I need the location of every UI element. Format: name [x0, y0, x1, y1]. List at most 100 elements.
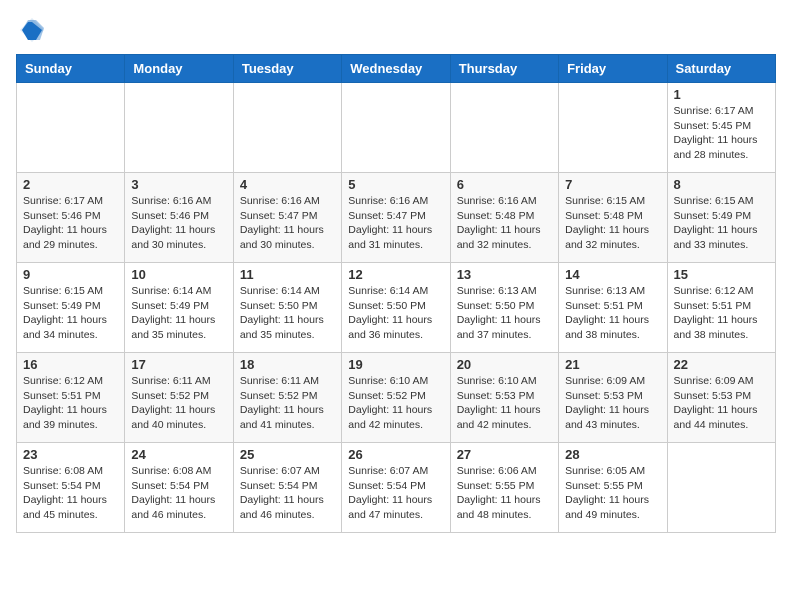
day-info: Sunrise: 6:09 AM Sunset: 5:53 PM Dayligh… [674, 374, 769, 433]
day-info: Sunrise: 6:13 AM Sunset: 5:51 PM Dayligh… [565, 284, 660, 343]
calendar-cell [667, 443, 775, 533]
day-number: 26 [348, 447, 443, 462]
col-header-thursday: Thursday [450, 55, 558, 83]
day-info: Sunrise: 6:14 AM Sunset: 5:50 PM Dayligh… [240, 284, 335, 343]
calendar-cell: 8 Sunrise: 6:15 AM Sunset: 5:49 PM Daylig… [667, 173, 775, 263]
day-number: 13 [457, 267, 552, 282]
day-info: Sunrise: 6:11 AM Sunset: 5:52 PM Dayligh… [240, 374, 335, 433]
day-info: Sunrise: 6:10 AM Sunset: 5:52 PM Dayligh… [348, 374, 443, 433]
day-number: 9 [23, 267, 118, 282]
header [16, 16, 776, 44]
day-number: 27 [457, 447, 552, 462]
day-number: 10 [131, 267, 226, 282]
calendar-cell: 15 Sunrise: 6:12 AM Sunset: 5:51 PM Dayli… [667, 263, 775, 353]
day-number: 6 [457, 177, 552, 192]
calendar-cell: 25 Sunrise: 6:07 AM Sunset: 5:54 PM Dayli… [233, 443, 341, 533]
day-info: Sunrise: 6:07 AM Sunset: 5:54 PM Dayligh… [348, 464, 443, 523]
col-header-sunday: Sunday [17, 55, 125, 83]
day-number: 24 [131, 447, 226, 462]
calendar-cell: 14 Sunrise: 6:13 AM Sunset: 5:51 PM Dayli… [559, 263, 667, 353]
calendar-cell: 26 Sunrise: 6:07 AM Sunset: 5:54 PM Dayli… [342, 443, 450, 533]
day-number: 7 [565, 177, 660, 192]
day-number: 19 [348, 357, 443, 372]
calendar-cell [233, 83, 341, 173]
calendar-cell: 21Sunrise: 6:09 AM Sunset: 5:53 PM Dayli… [559, 353, 667, 443]
day-number: 2 [23, 177, 118, 192]
day-number: 25 [240, 447, 335, 462]
day-info: Sunrise: 6:16 AM Sunset: 5:46 PM Dayligh… [131, 194, 226, 253]
calendar: SundayMondayTuesdayWednesdayThursdayFrid… [16, 54, 776, 533]
calendar-cell: 2 Sunrise: 6:17 AM Sunset: 5:46 PM Daylig… [17, 173, 125, 263]
calendar-cell: 17 Sunrise: 6:11 AM Sunset: 5:52 PM Dayli… [125, 353, 233, 443]
day-number: 17 [131, 357, 226, 372]
day-number: 18 [240, 357, 335, 372]
day-number: 15 [674, 267, 769, 282]
calendar-cell: 27 Sunrise: 6:06 AM Sunset: 5:55 PM Dayli… [450, 443, 558, 533]
calendar-cell: 3 Sunrise: 6:16 AM Sunset: 5:46 PM Daylig… [125, 173, 233, 263]
day-number: 28 [565, 447, 660, 462]
day-number: 8 [674, 177, 769, 192]
col-header-wednesday: Wednesday [342, 55, 450, 83]
day-info: Sunrise: 6:13 AM Sunset: 5:50 PM Dayligh… [457, 284, 552, 343]
calendar-cell: 1Sunrise: 6:17 AM Sunset: 5:45 PM Daylig… [667, 83, 775, 173]
calendar-cell: 10 Sunrise: 6:14 AM Sunset: 5:49 PM Dayli… [125, 263, 233, 353]
calendar-cell: 19 Sunrise: 6:10 AM Sunset: 5:52 PM Dayli… [342, 353, 450, 443]
week-row-4: 16Sunrise: 6:12 AM Sunset: 5:51 PM Dayli… [17, 353, 776, 443]
calendar-cell: 23 Sunrise: 6:08 AM Sunset: 5:54 PM Dayli… [17, 443, 125, 533]
calendar-cell: 4 Sunrise: 6:16 AM Sunset: 5:47 PM Daylig… [233, 173, 341, 263]
col-header-tuesday: Tuesday [233, 55, 341, 83]
calendar-cell [125, 83, 233, 173]
day-number: 22 [674, 357, 769, 372]
day-info: Sunrise: 6:08 AM Sunset: 5:54 PM Dayligh… [131, 464, 226, 523]
day-number: 20 [457, 357, 552, 372]
day-info: Sunrise: 6:15 AM Sunset: 5:49 PM Dayligh… [23, 284, 118, 343]
day-info: Sunrise: 6:16 AM Sunset: 5:47 PM Dayligh… [348, 194, 443, 253]
day-number: 11 [240, 267, 335, 282]
calendar-cell: 28 Sunrise: 6:05 AM Sunset: 5:55 PM Dayli… [559, 443, 667, 533]
day-info: Sunrise: 6:05 AM Sunset: 5:55 PM Dayligh… [565, 464, 660, 523]
day-number: 3 [131, 177, 226, 192]
col-header-friday: Friday [559, 55, 667, 83]
week-row-5: 23 Sunrise: 6:08 AM Sunset: 5:54 PM Dayli… [17, 443, 776, 533]
week-row-3: 9 Sunrise: 6:15 AM Sunset: 5:49 PM Daylig… [17, 263, 776, 353]
day-info: Sunrise: 6:10 AM Sunset: 5:53 PM Dayligh… [457, 374, 552, 433]
calendar-cell: 6 Sunrise: 6:16 AM Sunset: 5:48 PM Daylig… [450, 173, 558, 263]
day-info: Sunrise: 6:11 AM Sunset: 5:52 PM Dayligh… [131, 374, 226, 433]
calendar-header-row: SundayMondayTuesdayWednesdayThursdayFrid… [17, 55, 776, 83]
calendar-cell [342, 83, 450, 173]
day-info: Sunrise: 6:06 AM Sunset: 5:55 PM Dayligh… [457, 464, 552, 523]
day-number: 23 [23, 447, 118, 462]
day-info: Sunrise: 6:08 AM Sunset: 5:54 PM Dayligh… [23, 464, 118, 523]
day-info: Sunrise: 6:09 AM Sunset: 5:53 PM Dayligh… [565, 374, 660, 433]
logo [16, 16, 46, 44]
calendar-cell: 24 Sunrise: 6:08 AM Sunset: 5:54 PM Dayli… [125, 443, 233, 533]
calendar-cell: 12Sunrise: 6:14 AM Sunset: 5:50 PM Dayli… [342, 263, 450, 353]
day-info: Sunrise: 6:12 AM Sunset: 5:51 PM Dayligh… [674, 284, 769, 343]
week-row-2: 2 Sunrise: 6:17 AM Sunset: 5:46 PM Daylig… [17, 173, 776, 263]
day-info: Sunrise: 6:16 AM Sunset: 5:47 PM Dayligh… [240, 194, 335, 253]
calendar-cell [559, 83, 667, 173]
day-number: 12 [348, 267, 443, 282]
calendar-cell [450, 83, 558, 173]
day-number: 1 [674, 87, 769, 102]
day-info: Sunrise: 6:12 AM Sunset: 5:51 PM Dayligh… [23, 374, 118, 433]
col-header-saturday: Saturday [667, 55, 775, 83]
day-info: Sunrise: 6:16 AM Sunset: 5:48 PM Dayligh… [457, 194, 552, 253]
day-info: Sunrise: 6:14 AM Sunset: 5:49 PM Dayligh… [131, 284, 226, 343]
day-number: 14 [565, 267, 660, 282]
day-info: Sunrise: 6:17 AM Sunset: 5:46 PM Dayligh… [23, 194, 118, 253]
logo-icon [18, 16, 46, 44]
col-header-monday: Monday [125, 55, 233, 83]
day-info: Sunrise: 6:15 AM Sunset: 5:48 PM Dayligh… [565, 194, 660, 253]
day-number: 4 [240, 177, 335, 192]
calendar-cell: 20 Sunrise: 6:10 AM Sunset: 5:53 PM Dayli… [450, 353, 558, 443]
calendar-cell: 18 Sunrise: 6:11 AM Sunset: 5:52 PM Dayli… [233, 353, 341, 443]
calendar-cell: 22 Sunrise: 6:09 AM Sunset: 5:53 PM Dayli… [667, 353, 775, 443]
calendar-cell: 9 Sunrise: 6:15 AM Sunset: 5:49 PM Daylig… [17, 263, 125, 353]
day-number: 5 [348, 177, 443, 192]
day-info: Sunrise: 6:07 AM Sunset: 5:54 PM Dayligh… [240, 464, 335, 523]
calendar-cell: 16Sunrise: 6:12 AM Sunset: 5:51 PM Dayli… [17, 353, 125, 443]
calendar-cell: 7 Sunrise: 6:15 AM Sunset: 5:48 PM Daylig… [559, 173, 667, 263]
calendar-cell [17, 83, 125, 173]
day-info: Sunrise: 6:15 AM Sunset: 5:49 PM Dayligh… [674, 194, 769, 253]
